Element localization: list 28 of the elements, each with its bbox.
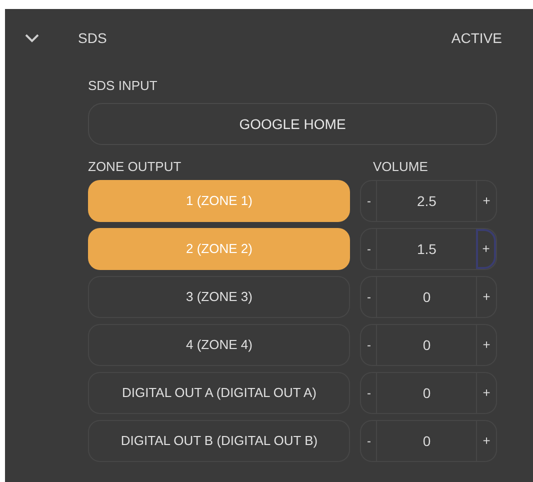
column-label: ZONE OUTPUT <box>88 158 182 175</box>
decrement-button[interactable]: - <box>361 181 378 221</box>
section-title: SDS <box>78 28 107 48</box>
volume-value: 0 <box>422 432 432 450</box>
volume-value: 1.5 <box>416 240 438 258</box>
volume-value: 0 <box>422 384 432 402</box>
volume-value: 0 <box>422 336 432 354</box>
decrement-button[interactable]: - <box>361 229 378 269</box>
zone-toggle[interactable]: DIGITAL OUT A (DIGITAL OUT A) <box>88 372 350 414</box>
zone-toggle[interactable]: 3 (ZONE 3) <box>88 276 350 318</box>
increment-button[interactable]: + <box>476 277 496 317</box>
input-label: SDS INPUT <box>88 77 158 94</box>
volume-value: 0 <box>422 288 432 306</box>
zone-toggle[interactable]: 4 (ZONE 4) <box>88 324 350 366</box>
increment-button[interactable]: + <box>476 325 496 365</box>
decrement-button[interactable]: - <box>361 373 378 413</box>
increment-button[interactable]: + <box>476 421 496 461</box>
decrement-button[interactable]: - <box>361 421 378 461</box>
zone-toggle[interactable]: DIGITAL OUT B (DIGITAL OUT B) <box>88 420 350 462</box>
decrement-button[interactable]: - <box>361 277 378 317</box>
increment-button[interactable]: + <box>476 373 496 413</box>
decrement-button[interactable]: - <box>361 325 378 365</box>
increment-button[interactable]: + <box>476 229 496 269</box>
input-select[interactable]: GOOGLE HOME <box>88 103 497 145</box>
column-label: VOLUME <box>373 158 428 175</box>
status-label: ACTIVE <box>451 28 502 48</box>
increment-button[interactable]: + <box>476 181 496 221</box>
volume-value: 2.5 <box>416 192 438 210</box>
